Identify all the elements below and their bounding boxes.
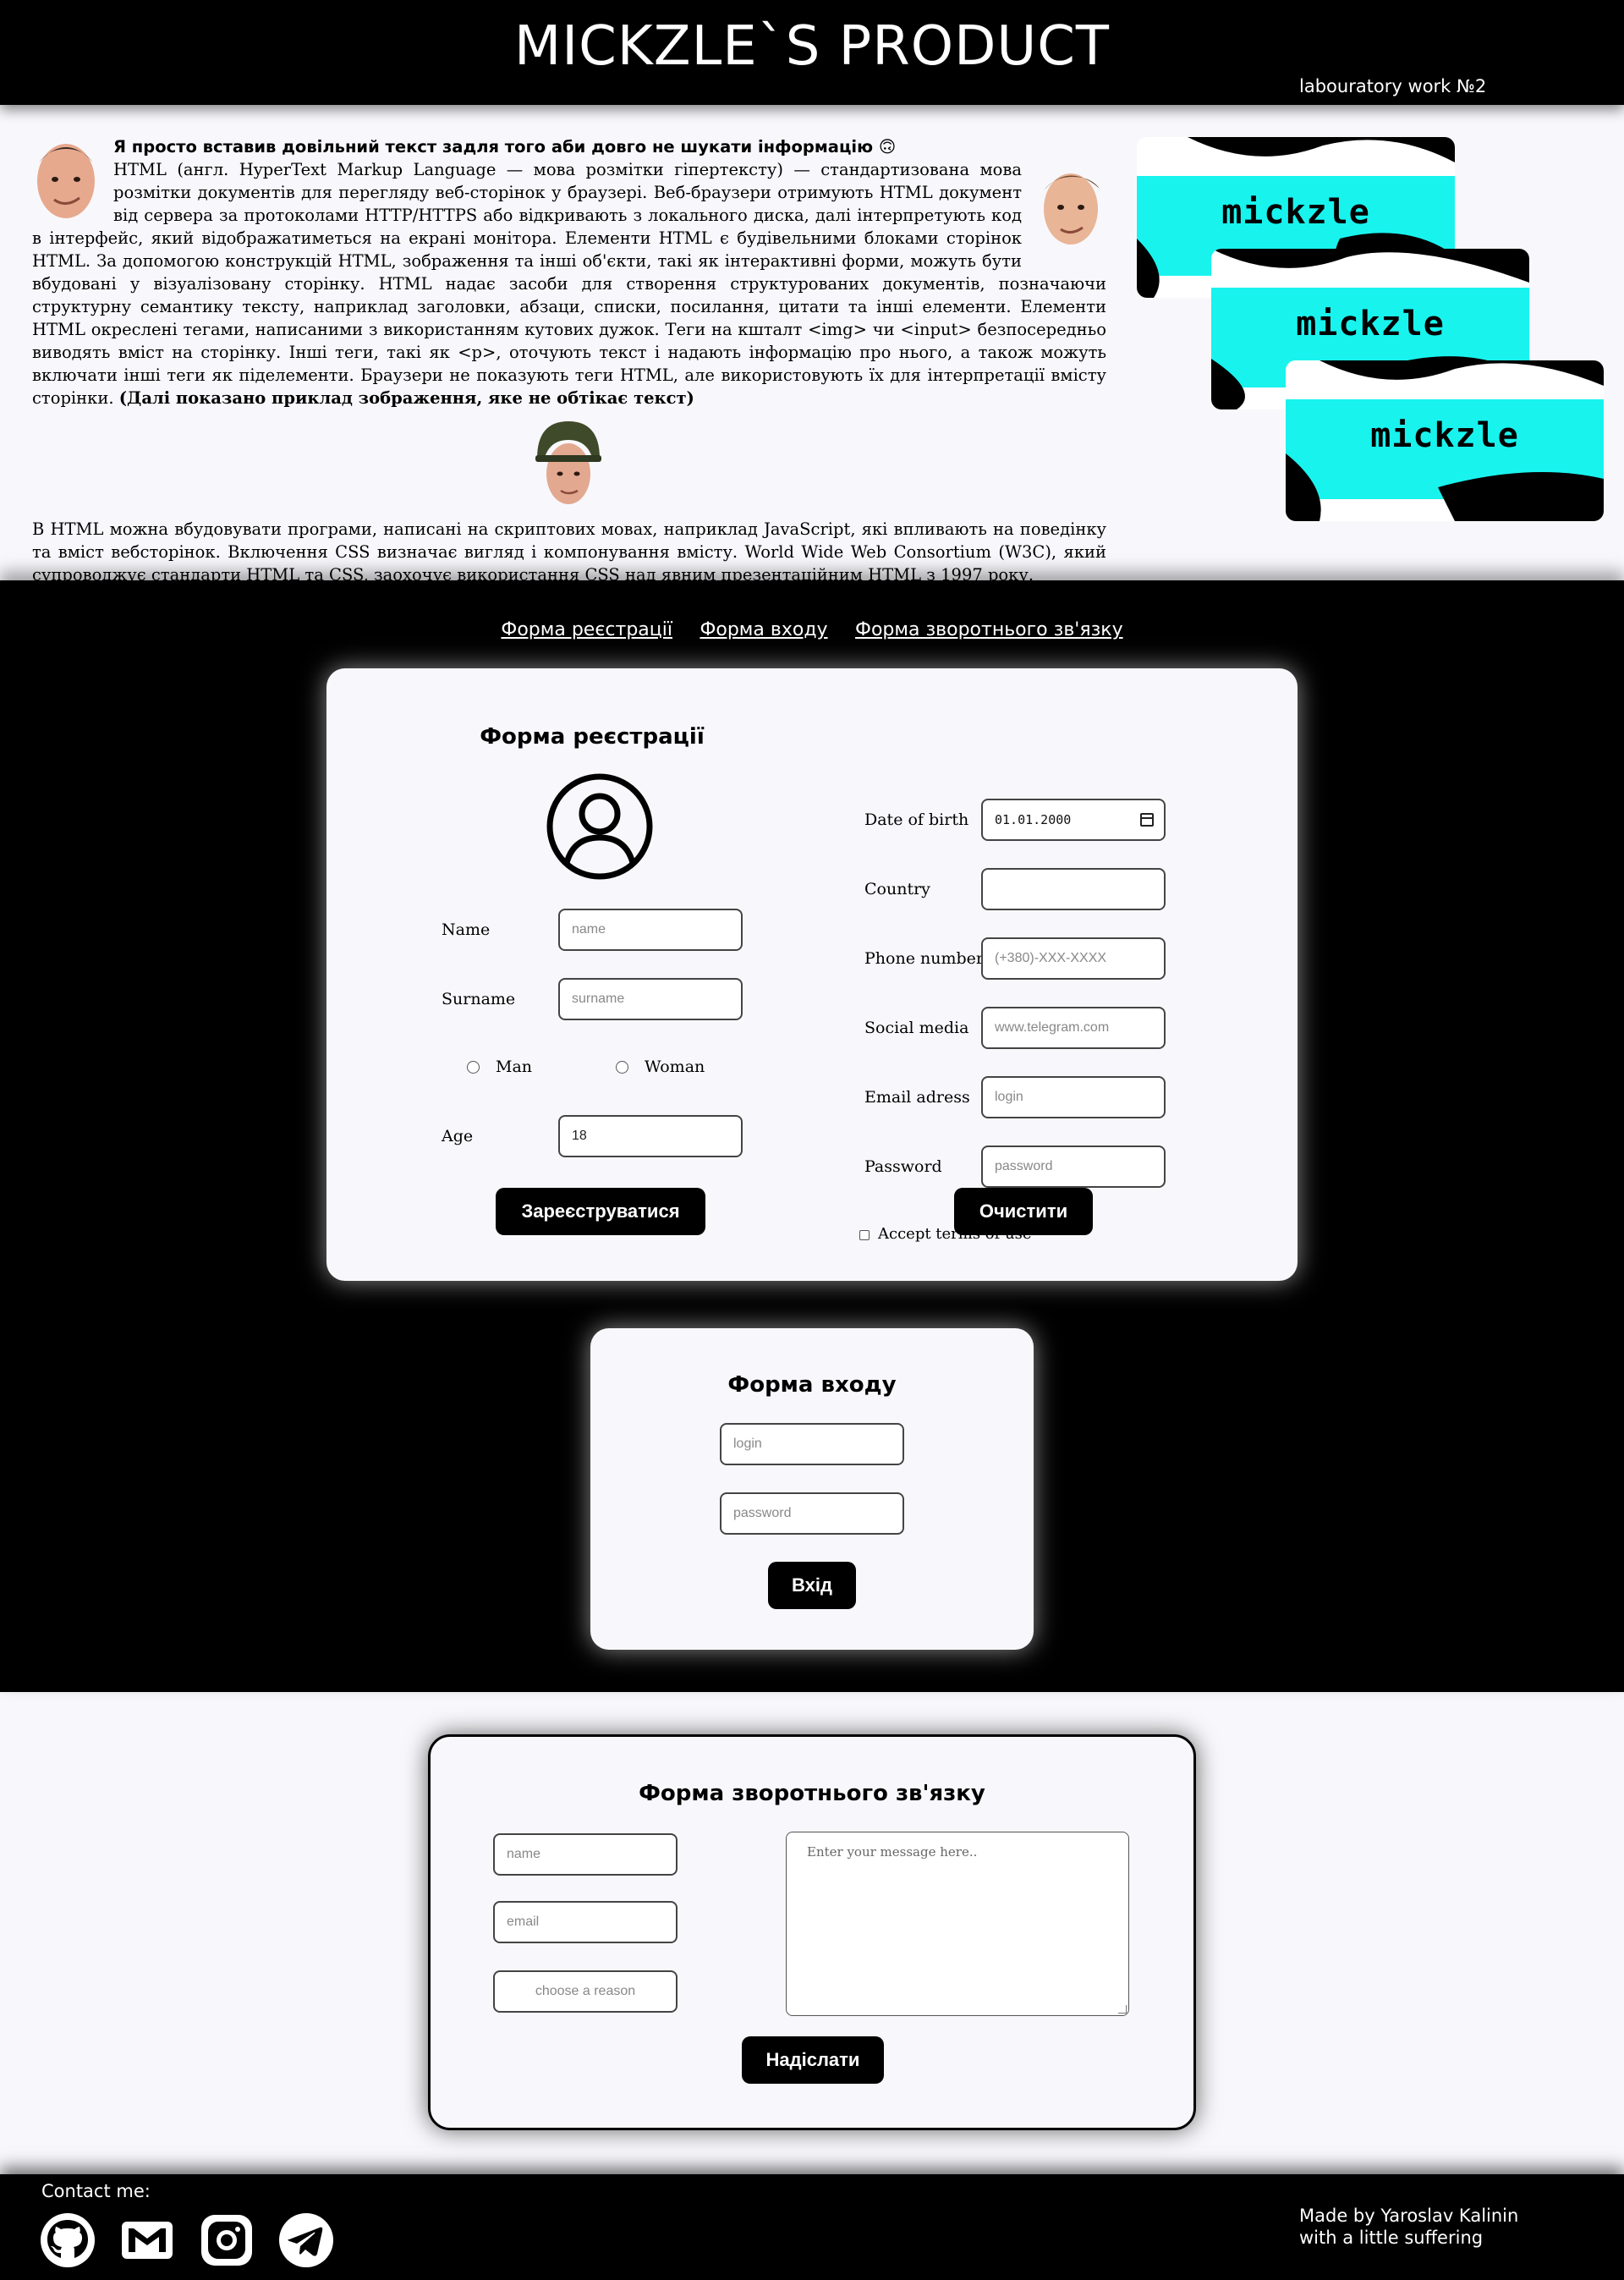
- calendar-icon[interactable]: [1140, 813, 1154, 827]
- login-button[interactable]: Вхід: [768, 1562, 856, 1609]
- name-label: Name: [442, 920, 491, 939]
- user-avatar-icon: [546, 773, 653, 880]
- feedback-form: Форма зворотнього зв'язку name email cho…: [428, 1734, 1196, 2130]
- message-textarea[interactable]: Enter your message here..: [786, 1832, 1129, 2016]
- gender-woman-label: Woman: [645, 1058, 705, 1076]
- surname-input[interactable]: surname: [558, 978, 743, 1020]
- feedback-name-input[interactable]: name: [493, 1833, 678, 1876]
- header-subtitle: labouratory work №2: [1299, 76, 1487, 96]
- article-paragraph-1-bold: (Далі показано приклад зображення, яке н…: [118, 388, 694, 408]
- feedback-form-title: Форма зворотнього зв'язку: [639, 1781, 985, 1806]
- social-input[interactable]: www.telegram.com: [981, 1007, 1166, 1049]
- login-form: Форма входу login password Вхід: [590, 1328, 1034, 1650]
- login-input[interactable]: login: [720, 1423, 904, 1465]
- helmet-photo: [534, 420, 603, 508]
- reason-select[interactable]: choose a reason: [493, 1970, 678, 2013]
- phone-label: Phone number: [864, 949, 984, 968]
- forms-section: Форма реєстрації Форма входу Форма зворо…: [0, 580, 1624, 1692]
- terms-checkbox[interactable]: [859, 1230, 870, 1240]
- phone-input[interactable]: (+380)-XXX-XXXX: [981, 937, 1166, 980]
- author-photo-left: [32, 137, 100, 222]
- article-lead: Я просто вставив довільний текст задля т…: [113, 137, 897, 157]
- github-icon[interactable]: [39, 2211, 96, 2269]
- nav-link-login[interactable]: Форма входу: [700, 619, 827, 640]
- gender-man-radio[interactable]: [467, 1061, 480, 1074]
- gender-woman-radio[interactable]: [616, 1061, 628, 1074]
- mickzle-card-3: mickzle: [1286, 360, 1604, 521]
- article-paragraph-1: HTML (англ. HyperText Markup Language — …: [32, 160, 1106, 408]
- made-by-line-2: with a little suffering: [1299, 2228, 1484, 2248]
- login-password-input[interactable]: password: [720, 1492, 904, 1535]
- email-input[interactable]: login: [981, 1076, 1166, 1118]
- site-title: MICKZLE`S PRODUCT: [514, 15, 1110, 78]
- name-input[interactable]: name: [558, 909, 743, 951]
- site-footer: Contact me: Made by Yaroslav Kalinin wit…: [0, 2174, 1624, 2280]
- register-button[interactable]: Зареєструватися: [496, 1188, 705, 1235]
- article-paragraph-2: В HTML можна вбудовувати програми, напис…: [32, 519, 1106, 585]
- contact-label: Contact me:: [41, 2181, 151, 2201]
- surname-label: Surname: [442, 990, 516, 1008]
- instagram-icon[interactable]: [198, 2211, 255, 2269]
- clear-button[interactable]: Очистити: [954, 1188, 1093, 1235]
- email-label: Email adress: [864, 1088, 970, 1107]
- message-placeholder: Enter your message here..: [807, 1844, 978, 1860]
- login-form-title: Форма входу: [727, 1372, 897, 1398]
- nav-link-feedback[interactable]: Форма зворотнього зв'язку: [855, 619, 1123, 640]
- gender-man-label: Man: [496, 1058, 533, 1076]
- send-button[interactable]: Надіслати: [742, 2036, 884, 2084]
- mickzle-card-2-label: mickzle: [1296, 305, 1445, 343]
- article: Я просто вставив довільний текст задля т…: [32, 135, 1106, 586]
- feedback-email-input[interactable]: email: [493, 1901, 678, 1943]
- age-input[interactable]: 18: [558, 1115, 743, 1157]
- site-header: MICKZLE`S PRODUCT labouratory work №2: [0, 0, 1624, 105]
- gmail-icon[interactable]: [118, 2211, 176, 2269]
- country-input[interactable]: [981, 868, 1166, 910]
- made-by-line-1: Made by Yaroslav Kalinin: [1299, 2206, 1519, 2226]
- country-label: Country: [864, 880, 930, 898]
- dob-label: Date of birth: [864, 810, 969, 829]
- made-by: Made by Yaroslav Kalinin with a little s…: [1299, 2205, 1518, 2249]
- forms-nav: Форма реєстрації Форма входу Форма зворо…: [0, 619, 1624, 640]
- dob-value: 01.01.2000: [995, 812, 1072, 827]
- telegram-icon[interactable]: [277, 2211, 335, 2269]
- image-block: [32, 420, 1106, 513]
- age-label: Age: [442, 1127, 474, 1145]
- mickzle-card-1-label: mickzle: [1221, 193, 1370, 232]
- social-label: Social media: [864, 1019, 969, 1037]
- registration-form: Форма реєстрації Name name Surname surna…: [326, 668, 1298, 1281]
- password-label: Password: [864, 1157, 942, 1176]
- author-photo-right: [1035, 162, 1106, 250]
- registration-form-title: Форма реєстрації: [480, 724, 705, 750]
- nav-link-register[interactable]: Форма реєстрації: [501, 619, 672, 640]
- resize-handle-icon[interactable]: [1118, 2005, 1127, 2014]
- dob-input[interactable]: 01.01.2000: [981, 799, 1166, 841]
- mickzle-card-3-label: mickzle: [1370, 416, 1519, 455]
- password-input[interactable]: password: [981, 1145, 1166, 1188]
